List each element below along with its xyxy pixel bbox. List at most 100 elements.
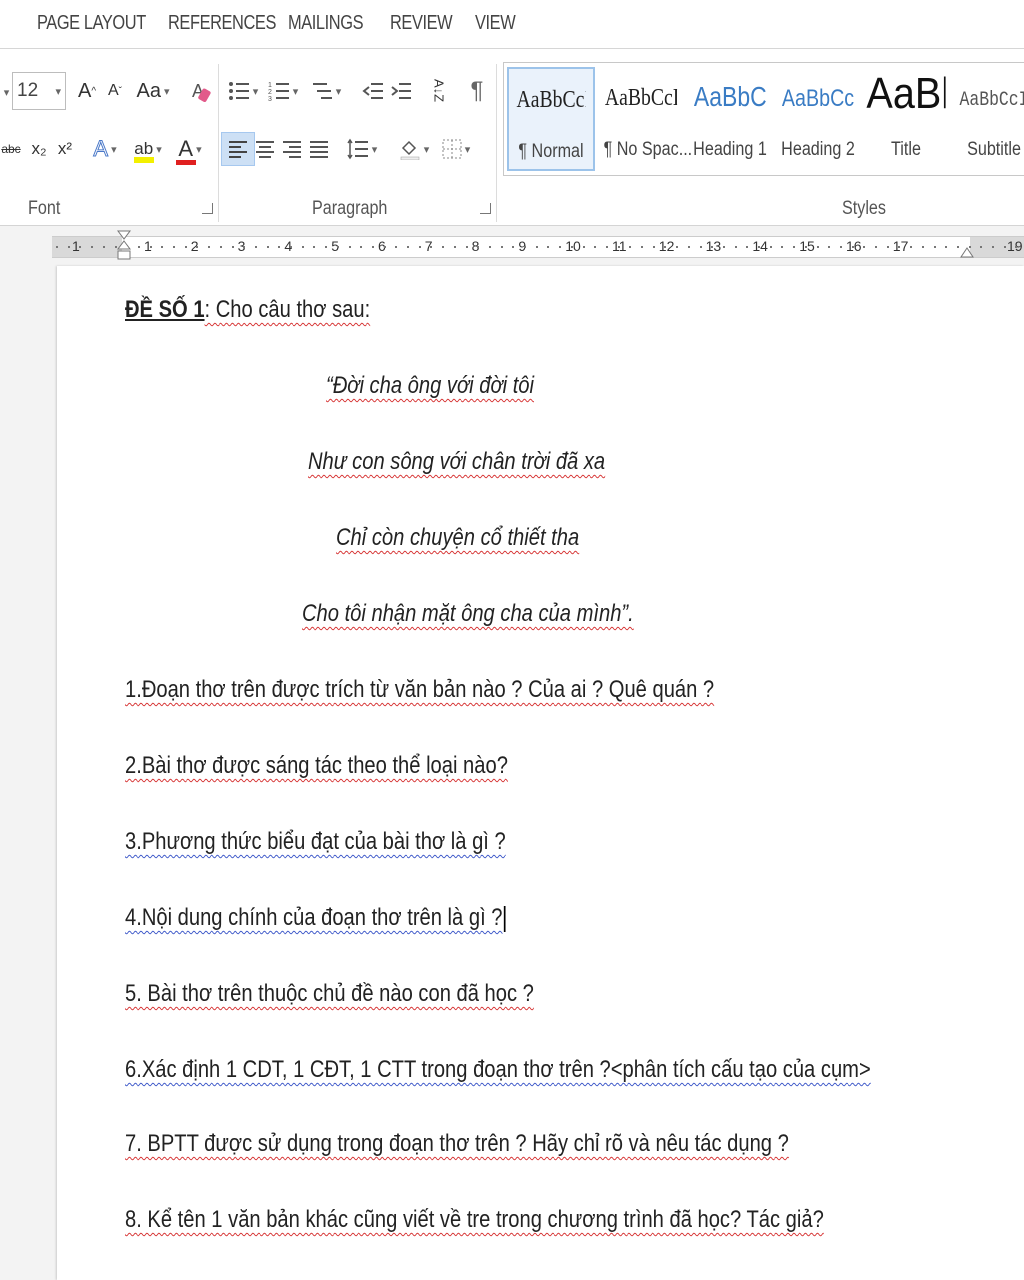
text-effects-icon: A <box>93 136 109 162</box>
style-sample: AaBbCcE <box>781 85 855 112</box>
ruler-tick <box>266 246 269 248</box>
style-heading-1[interactable]: AaBbC( Heading 1 <box>686 67 774 171</box>
font-size-dropdown[interactable]: 12 ▾ <box>12 72 66 110</box>
ruler-tick <box>1003 246 1006 248</box>
ruler-tick <box>254 246 257 248</box>
ruler-tick <box>418 246 421 248</box>
ruler-tick <box>594 246 597 248</box>
change-case-button[interactable]: Aa ▾ <box>134 74 172 108</box>
sort-button[interactable]: A↓Z <box>422 74 456 108</box>
font-color-button[interactable]: A ▾ <box>170 132 210 166</box>
highlight-button[interactable]: ab ▾ <box>128 132 168 166</box>
style-no-spacing[interactable]: AaBbCcI ¶ No Spac... <box>597 67 693 171</box>
style-subtitle[interactable]: AaBbCcI Subtitle <box>950 67 1024 171</box>
ruler-tick <box>465 246 468 248</box>
highlight-label: ab <box>134 139 154 158</box>
highlighter-icon: ab <box>134 139 155 163</box>
ruler-tick <box>570 246 573 248</box>
style-title[interactable]: AaBl Title <box>862 67 950 171</box>
shrink-font-icon: A <box>107 82 119 99</box>
ruler-tick <box>898 246 901 248</box>
paragraph-dialog-launcher-icon[interactable] <box>480 203 491 214</box>
bullets-button[interactable]: ▾ <box>224 74 262 108</box>
poem-line: Cho tôi nhận mặt ông cha của mình”. <box>302 600 634 628</box>
ruler-tick <box>629 246 632 248</box>
ruler-tick <box>430 246 433 248</box>
tab-references[interactable]: REFERENCES <box>168 12 276 35</box>
text-cursor <box>504 905 506 932</box>
strikethrough-button[interactable]: abc <box>0 132 22 166</box>
ruler-tick <box>56 246 58 248</box>
tab-mailings[interactable]: MAILINGS <box>288 12 364 35</box>
ruler-tick <box>196 246 199 248</box>
poem-line-text: Cho tôi nhận mặt ông cha của mình”. <box>302 600 634 627</box>
ruler-tick <box>758 246 760 248</box>
text-effects-button[interactable]: A ▾ <box>84 132 126 166</box>
ruler-tick <box>137 246 140 248</box>
style-heading-2[interactable]: AaBbCcE Heading 2 <box>774 67 862 171</box>
question-item: 1.Đoạn thơ trên được trích từ văn bản nà… <box>125 676 714 704</box>
justify-icon <box>310 141 328 158</box>
ruler-tick <box>301 246 304 248</box>
font-group-label: Font <box>28 198 61 219</box>
ruler-number: 17 <box>892 238 909 254</box>
ruler-tick <box>1015 246 1018 248</box>
ruler-number: 16 <box>846 238 862 254</box>
shrink-font-button[interactable]: Aˇ <box>98 74 132 108</box>
font-color-label: A <box>178 136 194 161</box>
right-indent-marker[interactable] <box>960 246 974 264</box>
font-name-dropdown-arrow[interactable]: ▾ <box>0 74 10 110</box>
align-left-icon <box>229 141 247 158</box>
ruler-tick <box>956 246 959 248</box>
ruler-tick <box>173 246 175 248</box>
ruler-tick <box>102 246 105 248</box>
ruler-tick <box>79 246 82 248</box>
ruler-tick <box>184 246 187 248</box>
show-hide-marks-button[interactable]: ¶ <box>460 74 494 108</box>
ruler-tick <box>67 246 70 248</box>
horizontal-ruler[interactable]: 1123456789101112131415161719 <box>52 236 1024 258</box>
style-name: Title <box>891 139 921 160</box>
style-sample: AaBbCcI <box>516 87 586 113</box>
ruler-tick <box>161 246 164 248</box>
ruler-tick <box>488 246 491 248</box>
ruler-tick <box>910 246 913 248</box>
numbering-button[interactable]: 1 2 3 ▾ <box>264 74 302 108</box>
paragraph-group-label: Paragraph <box>312 198 388 219</box>
question-item: 2.Bài thơ được sáng tác theo thể loại nà… <box>125 752 508 780</box>
ruler-tick <box>278 246 281 248</box>
ruler-tick <box>325 246 328 248</box>
ruler-tick <box>863 246 866 248</box>
style-normal[interactable]: AaBbCcI ¶ Normal <box>507 67 595 171</box>
ruler-tick <box>559 246 562 248</box>
multilevel-list-button[interactable]: ▾ <box>306 74 346 108</box>
question-item: 8. Kể tên 1 văn bản khác cũng viết về tr… <box>125 1206 824 1234</box>
increase-indent-button[interactable] <box>384 74 418 108</box>
clear-formatting-button[interactable]: A <box>184 74 218 108</box>
font-dialog-launcher-icon[interactable] <box>202 203 213 214</box>
borders-button[interactable]: ▾ <box>436 132 476 166</box>
shading-button[interactable]: ▾ <box>394 132 434 166</box>
tab-page-layout[interactable]: PAGE LAYOUT <box>37 12 146 35</box>
ruler-tick <box>208 246 211 248</box>
svg-text:1: 1 <box>268 82 272 89</box>
question-text: 5. Bài thơ trên thuộc chủ đề nào con đã … <box>125 980 534 1007</box>
ruler-tick <box>746 246 749 248</box>
style-sample: AaBl <box>866 69 946 118</box>
superscript-button[interactable]: x² <box>48 132 82 166</box>
change-case-label: Aa <box>136 79 161 102</box>
ruler-number: 15 <box>799 238 815 254</box>
justify-button[interactable] <box>302 132 336 166</box>
ruler-tick <box>933 246 936 248</box>
increase-indent-icon <box>391 83 411 99</box>
style-name: ¶ Normal <box>518 141 584 162</box>
exercise-heading: ĐỀ SỐ 1: Cho câu thơ sau: <box>125 296 370 324</box>
line-spacing-button[interactable]: ▾ <box>342 132 382 166</box>
poem-line: Chỉ còn chuyện cổ thiết tha <box>336 524 579 552</box>
tab-view[interactable]: VIEW <box>475 12 516 35</box>
question-item: 3.Phương thức biểu đạt của bài thơ là gì… <box>125 828 506 856</box>
ruler-tick <box>547 246 550 248</box>
strikethrough-label: abc <box>1 142 21 156</box>
svg-text:2: 2 <box>268 89 272 96</box>
tab-review[interactable]: REVIEW <box>390 12 453 35</box>
